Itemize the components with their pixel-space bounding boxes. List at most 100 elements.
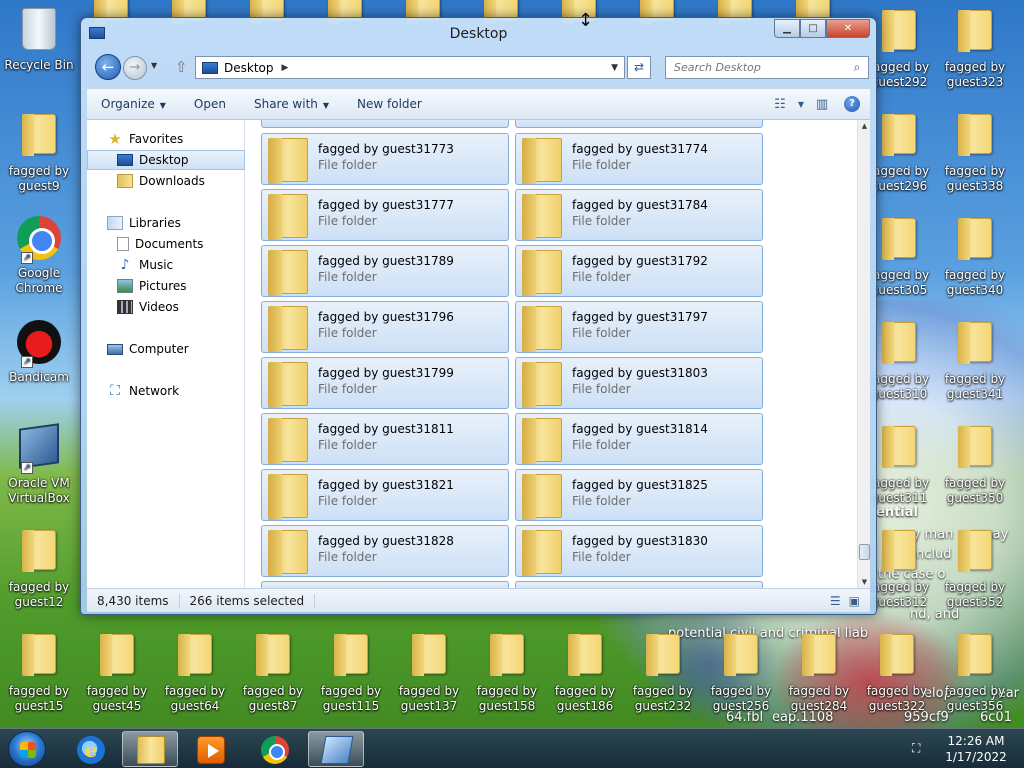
file-tile[interactable]: fagged by guest31797 File folder	[515, 301, 763, 353]
desktop-icon-google-chrome[interactable]: ↗ Google Chrome	[2, 214, 76, 296]
nav-network[interactable]: ⛶ Network	[87, 381, 245, 401]
file-tile[interactable]	[261, 120, 509, 128]
navigation-pane[interactable]: ★ Favorites Desktop Downloads Libraries D…	[87, 120, 245, 588]
file-tile[interactable]	[261, 581, 509, 588]
refresh-button[interactable]: ⇄	[627, 56, 651, 79]
file-tile[interactable]: fagged by guest31811 File folder	[261, 413, 509, 465]
clock[interactable]: 12:26 AM 1/17/2022	[938, 733, 1014, 765]
up-button[interactable]: ⇧	[175, 58, 188, 76]
taskbar-media-player[interactable]	[182, 731, 238, 767]
recent-pages-dropdown[interactable]: ▼	[151, 61, 157, 70]
chevron-down-icon[interactable]: ▼	[794, 100, 808, 109]
nav-videos[interactable]: Videos	[87, 297, 245, 317]
desktop-icon-virtualbox[interactable]: ↗ Oracle VM VirtualBox	[2, 422, 76, 506]
file-tile[interactable]: fagged by guest31773 File folder	[261, 133, 509, 185]
scroll-up-arrow[interactable]: ▲	[858, 120, 871, 132]
nav-downloads[interactable]: Downloads	[87, 171, 245, 191]
desktop-icon-folder[interactable]: fagged by guest322	[860, 630, 934, 714]
file-tile[interactable]: fagged by guest31796 File folder	[261, 301, 509, 353]
file-tile[interactable]: fagged by guest31789 File folder	[261, 245, 509, 297]
file-tile[interactable]	[515, 581, 763, 588]
file-tile[interactable]: fagged by guest31828 File folder	[261, 525, 509, 577]
nav-favorites[interactable]: ★ Favorites	[87, 129, 245, 149]
desktop-icon-folder[interactable]: fagged by guest352	[938, 526, 1012, 610]
details-view-icon[interactable]: ☰	[830, 594, 841, 608]
file-list[interactable]: fagged by guest31773 File folder fagged by…	[246, 120, 857, 588]
back-button[interactable]: ←	[95, 54, 121, 80]
file-tile[interactable]: fagged by guest31777 File folder	[261, 189, 509, 241]
address-crumb[interactable]: Desktop	[224, 61, 274, 75]
desktop-icon-folder[interactable]: fagged by guest323	[938, 6, 1012, 90]
file-tile[interactable]: fagged by guest31825 File folder	[515, 469, 763, 521]
minimize-button[interactable]: ▁	[774, 19, 800, 38]
music-note-icon: ♪	[120, 257, 130, 273]
new-folder-button[interactable]: New folder	[343, 97, 436, 111]
explorer-window[interactable]: Desktop ▁ □ ✕ ← → ▼ ⇧ Desktop ▶ ▼ ⇄ ⌕ Or…	[80, 17, 877, 615]
desktop-icon-folder[interactable]: fagged by guest9	[2, 110, 76, 194]
nav-libraries[interactable]: Libraries	[87, 213, 245, 233]
desktop-icon-folder[interactable]: fagged by guest45	[80, 630, 154, 714]
file-tile[interactable]: fagged by guest31799 File folder	[261, 357, 509, 409]
desktop-icon-folder[interactable]: fagged by guest12	[2, 526, 76, 610]
chevron-right-icon[interactable]: ▶	[282, 63, 289, 73]
vertical-scrollbar[interactable]: ▲ ▼	[857, 120, 870, 588]
nav-documents[interactable]: Documents	[87, 234, 245, 254]
file-tile[interactable]: fagged by guest31792 File folder	[515, 245, 763, 297]
share-with-menu[interactable]: Share with ▼	[240, 97, 343, 111]
network-icon: ⛶	[110, 383, 120, 399]
forward-button[interactable]: →	[123, 56, 147, 80]
desktop-icon-folder[interactable]: fagged by guest340	[938, 214, 1012, 298]
nav-music[interactable]: ♪ Music	[87, 255, 245, 275]
file-tile[interactable]: fagged by guest31830 File folder	[515, 525, 763, 577]
view-options-icon[interactable]: ☷	[766, 97, 794, 112]
desktop-icon-folder[interactable]: fagged by guest87	[236, 630, 310, 714]
close-button[interactable]: ✕	[826, 19, 870, 38]
file-type: File folder	[572, 214, 631, 228]
file-tile[interactable]: fagged by guest31774 File folder	[515, 133, 763, 185]
scrollbar-thumb[interactable]	[859, 544, 870, 560]
desktop-icon-folder[interactable]: fagged by guest15	[2, 630, 76, 714]
desktop-icon-folder[interactable]: fagged by guest256	[704, 630, 778, 714]
search-input[interactable]	[666, 57, 846, 78]
network-status-icon[interactable]: ⛶	[912, 741, 926, 755]
desktop-icon-bandicam[interactable]: ↗ Bandicam	[2, 318, 76, 385]
file-tile[interactable]: fagged by guest31784 File folder	[515, 189, 763, 241]
search-box[interactable]: ⌕	[665, 56, 869, 79]
file-name: fagged by guest31799	[318, 366, 454, 380]
taskbar-internet-explorer[interactable]: e	[62, 731, 118, 767]
tiles-view-icon[interactable]: ▣	[849, 594, 860, 608]
desktop-icon-folder[interactable]: fagged by guest64	[158, 630, 232, 714]
nav-computer[interactable]: Computer	[87, 339, 245, 359]
file-tile[interactable]: fagged by guest31803 File folder	[515, 357, 763, 409]
open-button[interactable]: Open	[180, 97, 240, 111]
desktop-icon-folder[interactable]: fagged by guest356	[938, 630, 1012, 714]
desktop-icon-folder[interactable]: fagged by guest232	[626, 630, 700, 714]
file-tile[interactable]: fagged by guest31814 File folder	[515, 413, 763, 465]
file-tile[interactable]	[515, 120, 763, 128]
taskbar-google-chrome[interactable]	[246, 731, 302, 767]
desktop-icon-folder[interactable]: fagged by guest137	[392, 630, 466, 714]
address-bar[interactable]: Desktop ▶ ▼	[195, 56, 625, 79]
maximize-button[interactable]: □	[800, 19, 826, 38]
desktop-icon-folder[interactable]: fagged by guest115	[314, 630, 388, 714]
organize-menu[interactable]: Organize ▼	[87, 97, 180, 111]
desktop-icon-folder[interactable]: fagged by guest158	[470, 630, 544, 714]
start-button[interactable]	[8, 731, 46, 767]
desktop-icon-folder[interactable]: fagged by guest186	[548, 630, 622, 714]
desktop-icon-folder[interactable]: fagged by guest284	[782, 630, 856, 714]
desktop-icon-folder[interactable]: fagged by guest350	[938, 422, 1012, 506]
file-tile[interactable]: fagged by guest31821 File folder	[261, 469, 509, 521]
nav-desktop[interactable]: Desktop	[87, 150, 245, 170]
search-icon[interactable]: ⌕	[846, 60, 868, 75]
desktop-icon-folder[interactable]: fagged by guest338	[938, 110, 1012, 194]
nav-pictures[interactable]: Pictures	[87, 276, 245, 296]
taskbar-windows-explorer[interactable]	[122, 731, 178, 767]
taskbar-virtualbox[interactable]	[308, 731, 364, 767]
preview-pane-icon[interactable]: ▥	[808, 97, 836, 112]
scroll-down-arrow[interactable]: ▼	[858, 576, 871, 588]
desktop-icon-folder[interactable]: fagged by guest341	[938, 318, 1012, 402]
help-icon[interactable]: ?	[844, 96, 860, 112]
title-bar[interactable]: Desktop ▁ □ ✕	[81, 18, 876, 48]
chevron-down-icon[interactable]: ▼	[611, 63, 618, 73]
desktop-icon-recycle-bin[interactable]: Recycle Bin	[2, 6, 76, 73]
